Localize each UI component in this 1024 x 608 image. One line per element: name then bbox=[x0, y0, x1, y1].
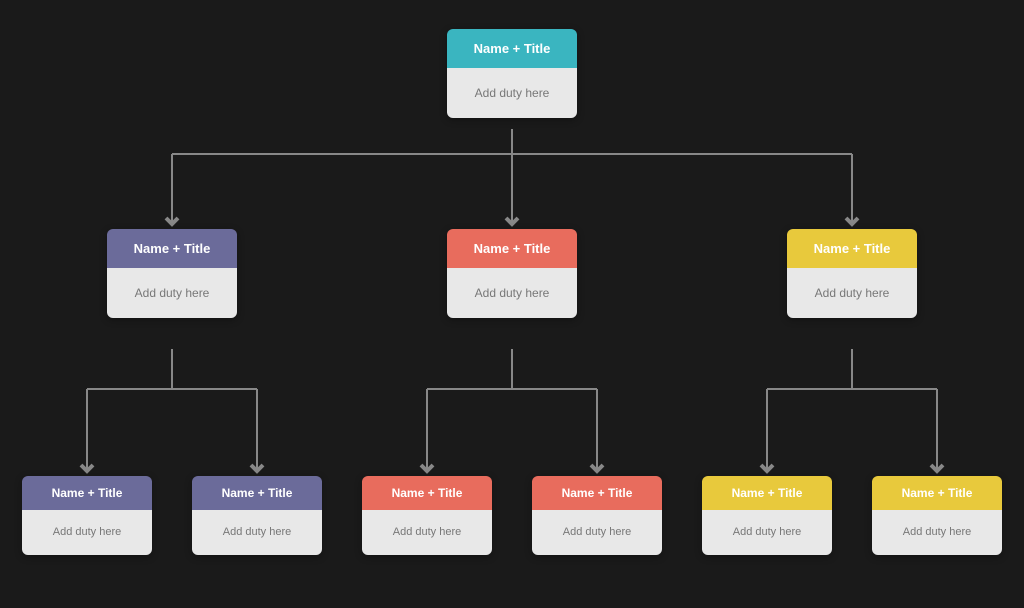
node-root-header: Name + Title bbox=[447, 29, 577, 68]
node-leaf-lr-header: Name + Title bbox=[192, 476, 322, 510]
org-chart: Name + Title Add duty here Name + Title … bbox=[12, 9, 1012, 599]
node-leaf-rl-body[interactable]: Add duty here bbox=[702, 510, 832, 555]
node-root-body[interactable]: Add duty here bbox=[447, 68, 577, 118]
node-mid-left-body[interactable]: Add duty here bbox=[107, 268, 237, 318]
node-leaf-ll[interactable]: Name + Title Add duty here bbox=[22, 476, 152, 555]
node-leaf-rr-header: Name + Title bbox=[872, 476, 1002, 510]
node-mid-center-body[interactable]: Add duty here bbox=[447, 268, 577, 318]
node-leaf-cl[interactable]: Name + Title Add duty here bbox=[362, 476, 492, 555]
node-leaf-cr-header: Name + Title bbox=[532, 476, 662, 510]
node-leaf-rl-header: Name + Title bbox=[702, 476, 832, 510]
node-leaf-cl-body[interactable]: Add duty here bbox=[362, 510, 492, 555]
node-leaf-lr[interactable]: Name + Title Add duty here bbox=[192, 476, 322, 555]
node-mid-center-header: Name + Title bbox=[447, 229, 577, 268]
node-mid-right-header: Name + Title bbox=[787, 229, 917, 268]
node-mid-right-body[interactable]: Add duty here bbox=[787, 268, 917, 318]
node-mid-right[interactable]: Name + Title Add duty here bbox=[787, 229, 917, 318]
node-mid-left-header: Name + Title bbox=[107, 229, 237, 268]
node-leaf-rr[interactable]: Name + Title Add duty here bbox=[872, 476, 1002, 555]
node-leaf-cl-header: Name + Title bbox=[362, 476, 492, 510]
node-leaf-rl[interactable]: Name + Title Add duty here bbox=[702, 476, 832, 555]
node-root[interactable]: Name + Title Add duty here bbox=[447, 29, 577, 118]
node-mid-center[interactable]: Name + Title Add duty here bbox=[447, 229, 577, 318]
node-leaf-lr-body[interactable]: Add duty here bbox=[192, 510, 322, 555]
node-leaf-ll-header: Name + Title bbox=[22, 476, 152, 510]
node-leaf-cr[interactable]: Name + Title Add duty here bbox=[532, 476, 662, 555]
node-leaf-cr-body[interactable]: Add duty here bbox=[532, 510, 662, 555]
node-mid-left[interactable]: Name + Title Add duty here bbox=[107, 229, 237, 318]
node-leaf-ll-body[interactable]: Add duty here bbox=[22, 510, 152, 555]
node-leaf-rr-body[interactable]: Add duty here bbox=[872, 510, 1002, 555]
